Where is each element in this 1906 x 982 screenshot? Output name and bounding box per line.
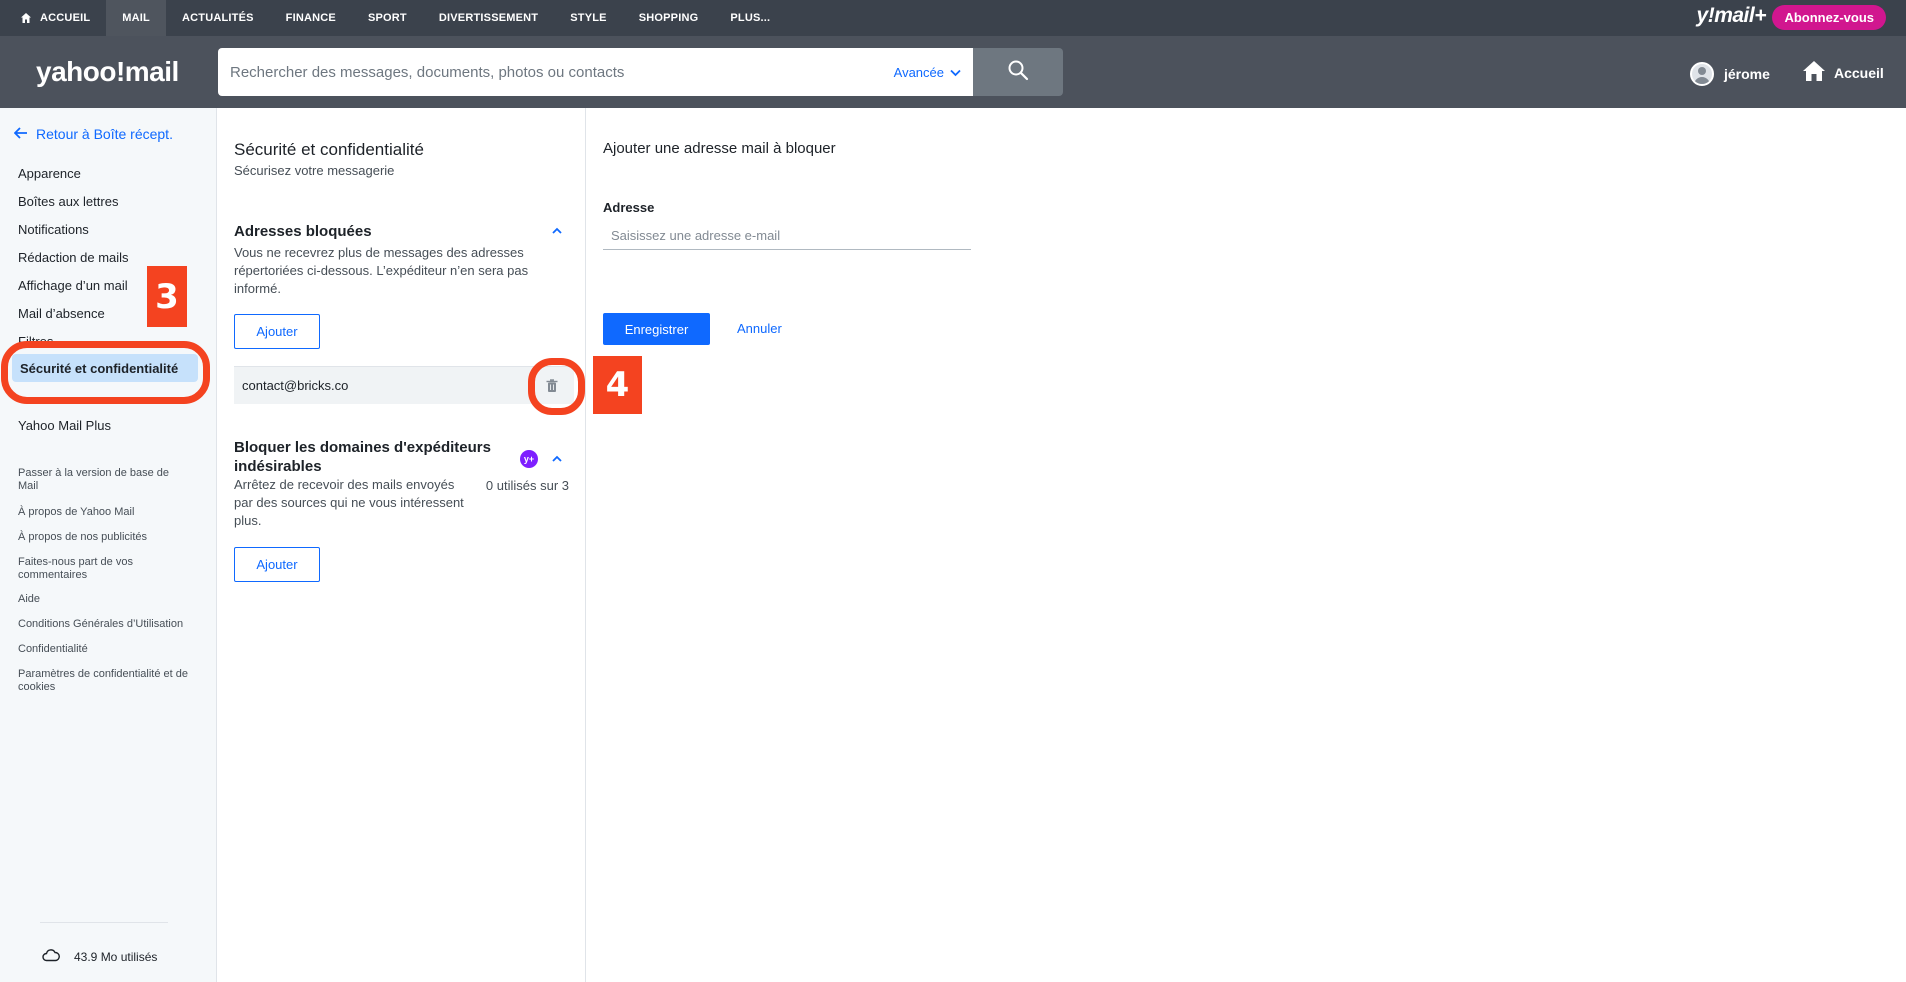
home-icon <box>20 12 32 24</box>
page-title: Sécurité et confidentialité <box>234 140 424 159</box>
annotation-highlight-ring <box>1 341 210 404</box>
home-icon <box>1802 60 1826 85</box>
user-profile[interactable]: jérome <box>1690 62 1770 86</box>
sidebar-item-apparence[interactable]: Apparence <box>18 166 81 181</box>
annotation-step-4: 4 <box>593 356 642 414</box>
search-button[interactable] <box>973 48 1063 96</box>
annotation-highlight-ring <box>528 358 585 415</box>
top-navigation-bar: ACCUEIL MAIL ACTUALITÉS FINANCE SPORT DI… <box>0 0 1906 36</box>
blocked-addresses-title: Adresses bloquées <box>234 223 372 240</box>
yahoo-mail-plus-logo[interactable]: y!mail+ <box>1697 4 1767 28</box>
sidebar-item-redaction-de-mails[interactable]: Rédaction de mails <box>18 250 129 265</box>
nav-item-label: ACCUEIL <box>40 12 91 24</box>
yahoo-mail-logo[interactable]: yahoo!mail <box>36 56 179 88</box>
footer-link-basic-version[interactable]: Passer à la version de base de Mail <box>18 467 188 493</box>
add-blocked-address-button[interactable]: Ajouter <box>234 314 320 349</box>
footer-link-privacy-cookie-settings[interactable]: Paramètres de confidentialité et de cook… <box>18 668 188 694</box>
add-blocked-domain-button[interactable]: Ajouter <box>234 547 320 582</box>
storage-usage-label: 43.9 Mo utilisés <box>74 949 158 964</box>
storage-usage: 43.9 Mo utilisés <box>42 948 157 965</box>
footer-link-terms[interactable]: Conditions Générales d’Utilisation <box>18 618 188 631</box>
footer-link-help[interactable]: Aide <box>18 593 188 606</box>
annotation-step-3: 3 <box>147 266 187 327</box>
nav-item-sport[interactable]: SPORT <box>352 0 423 36</box>
nav-item-divertissement[interactable]: DIVERTISSEMENT <box>423 0 554 36</box>
back-to-inbox-link[interactable]: Retour à Boîte récept. <box>13 126 173 142</box>
search-input[interactable] <box>218 63 858 81</box>
arrow-left-icon <box>13 126 28 142</box>
cloud-icon <box>42 948 60 965</box>
settings-sidebar: Retour à Boîte récept. Apparence Boîtes … <box>0 108 217 982</box>
nav-item-finance[interactable]: FINANCE <box>270 0 352 36</box>
sidebar-divider <box>40 922 168 923</box>
page-subtitle: Sécurisez votre messagerie <box>234 163 395 178</box>
footer-link-about-yahoo-mail[interactable]: À propos de Yahoo Mail <box>18 506 188 519</box>
address-input[interactable] <box>603 222 971 250</box>
nav-item-shopping[interactable]: SHOPPING <box>623 0 715 36</box>
home-link[interactable]: Accueil <box>1802 60 1884 85</box>
domains-usage-count: 0 utilisés sur 3 <box>485 478 569 493</box>
home-label: Accueil <box>1834 64 1884 81</box>
footer-link-about-ads[interactable]: À propos de nos publicités <box>18 531 188 544</box>
footer-link-privacy[interactable]: Confidentialité <box>18 643 188 656</box>
form-title: Ajouter une adresse mail à bloquer <box>603 140 836 157</box>
sidebar-item-yahoo-mail-plus[interactable]: Yahoo Mail Plus <box>18 418 111 433</box>
security-settings-panel: Sécurité et confidentialité Sécurisez vo… <box>218 108 586 982</box>
advanced-search-label: Avancée <box>893 64 944 80</box>
yahoo-plus-badge: y+ <box>520 450 538 468</box>
user-avatar-icon <box>1690 62 1714 86</box>
nav-item-actualites[interactable]: ACTUALITÉS <box>166 0 270 36</box>
sidebar-item-notifications[interactable]: Notifications <box>18 222 89 237</box>
nav-item-style[interactable]: STYLE <box>554 0 622 36</box>
add-blocked-address-form: Ajouter une adresse mail à bloquer Adres… <box>587 108 1906 982</box>
blocked-addresses-description: Vous ne recevrez plus de messages des ad… <box>234 245 529 296</box>
chevron-up-icon[interactable] <box>550 452 564 466</box>
chevron-up-icon[interactable] <box>550 224 564 238</box>
nav-item-plus[interactable]: PLUS... <box>714 0 786 36</box>
nav-item-mail[interactable]: MAIL <box>106 0 166 36</box>
sidebar-item-boites-aux-lettres[interactable]: Boîtes aux lettres <box>18 194 118 209</box>
blocked-address-row: contact@bricks.co <box>234 366 574 404</box>
subscribe-button[interactable]: Abonnez-vous <box>1772 5 1886 30</box>
cancel-button[interactable]: Annuler <box>737 321 782 336</box>
search-icon <box>1007 59 1029 86</box>
blocked-address-email: contact@bricks.co <box>242 378 349 393</box>
user-name: jérome <box>1724 66 1770 82</box>
search-box: Avancée <box>218 48 973 96</box>
advanced-search-button[interactable]: Avancée <box>894 48 961 96</box>
chevron-down-icon <box>950 65 961 80</box>
sidebar-item-mail-d-absence[interactable]: Mail d’absence <box>18 306 105 321</box>
sidebar-item-affichage-d-un-mail[interactable]: Affichage d’un mail <box>18 278 128 293</box>
mail-header: yahoo!mail Avancée jérome Accueil <box>0 36 1906 108</box>
back-to-inbox-label: Retour à Boîte récept. <box>36 126 173 142</box>
footer-link-feedback[interactable]: Faites-nous part de vos commentaires <box>18 556 188 582</box>
nav-item-accueil[interactable]: ACCUEIL <box>0 0 106 36</box>
address-field-label: Adresse <box>603 200 655 215</box>
block-domains-description: Arrêtez de recevoir des mails envoyés pa… <box>234 477 464 528</box>
block-domains-title: Bloquer les domaines d'expéditeurs indés… <box>234 439 491 475</box>
save-button[interactable]: Enregistrer <box>603 313 710 345</box>
